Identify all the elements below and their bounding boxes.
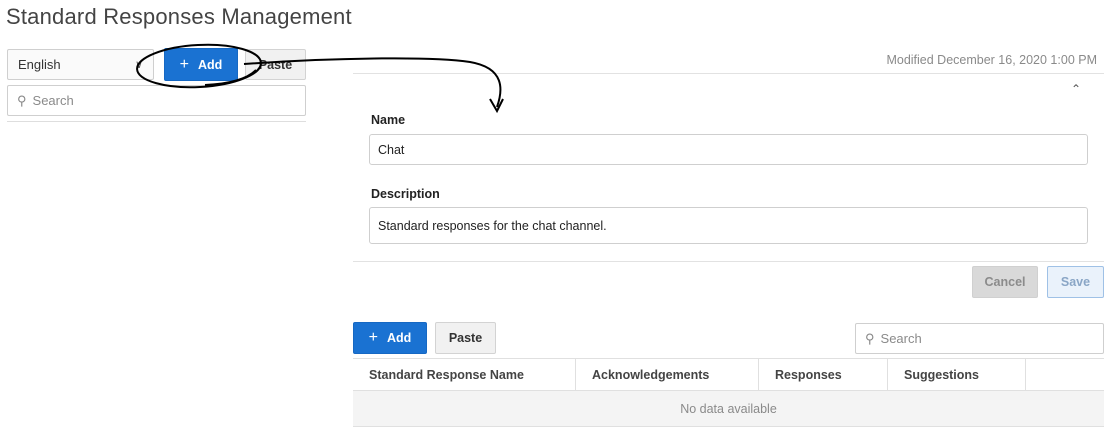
search-icon: ⚲ bbox=[865, 330, 875, 346]
search-icon: ⚲ bbox=[17, 92, 27, 108]
paste-button-label: Paste bbox=[258, 57, 293, 72]
divider bbox=[7, 121, 306, 122]
responses-search-placeholder: Search bbox=[880, 331, 922, 346]
cancel-button[interactable]: Cancel bbox=[972, 266, 1038, 298]
add-response-button[interactable]: + Add bbox=[353, 322, 427, 354]
search-input[interactable]: ⚲ Search bbox=[7, 85, 306, 116]
responses-table: Standard Response Name Acknowledgements … bbox=[353, 358, 1104, 427]
modified-timestamp: Modified December 16, 2020 1:00 PM bbox=[886, 53, 1097, 67]
divider bbox=[353, 73, 1104, 74]
chevron-up-icon[interactable]: ⌃ bbox=[1071, 82, 1081, 96]
save-button[interactable]: Save bbox=[1047, 266, 1104, 298]
annotation-arrowhead bbox=[489, 98, 504, 114]
page-title: Standard Responses Management bbox=[6, 4, 352, 29]
paste-button[interactable]: Paste bbox=[245, 49, 306, 80]
save-button-label: Save bbox=[1060, 275, 1091, 289]
table-header-row: Standard Response Name Acknowledgements … bbox=[353, 358, 1104, 391]
empty-state-text: No data available bbox=[353, 390, 1104, 427]
responses-search-input[interactable]: ⚲ Search bbox=[855, 323, 1104, 354]
chevron-down-icon: ∨ bbox=[134, 59, 143, 71]
table-row: No data available bbox=[353, 390, 1104, 427]
column-header-acknowledgements[interactable]: Acknowledgements bbox=[575, 358, 759, 391]
column-header-actions bbox=[1025, 358, 1104, 391]
paste-response-button[interactable]: Paste bbox=[435, 322, 496, 354]
add-button-label: Add bbox=[198, 57, 223, 72]
language-select[interactable]: English ∨ bbox=[7, 49, 154, 80]
name-field-value: Chat bbox=[378, 142, 405, 157]
divider bbox=[353, 261, 1104, 262]
add-button[interactable]: + Add bbox=[164, 48, 238, 81]
name-label: Name bbox=[371, 113, 406, 127]
column-header-suggestions[interactable]: Suggestions bbox=[887, 358, 1026, 391]
add-response-label: Add bbox=[387, 331, 412, 345]
description-field-value: Standard responses for the chat channel. bbox=[378, 218, 607, 233]
plus-icon: + bbox=[179, 55, 190, 73]
plus-icon: + bbox=[368, 329, 379, 346]
column-header-name[interactable]: Standard Response Name bbox=[353, 358, 576, 391]
paste-response-label: Paste bbox=[448, 331, 483, 345]
language-select-value: English bbox=[18, 57, 61, 72]
search-placeholder: Search bbox=[32, 93, 74, 108]
name-field[interactable]: Chat bbox=[369, 134, 1088, 165]
description-label: Description bbox=[371, 187, 440, 201]
description-field[interactable]: Standard responses for the chat channel. bbox=[369, 207, 1088, 244]
cancel-button-label: Cancel bbox=[984, 275, 1026, 289]
column-header-responses[interactable]: Responses bbox=[758, 358, 888, 391]
